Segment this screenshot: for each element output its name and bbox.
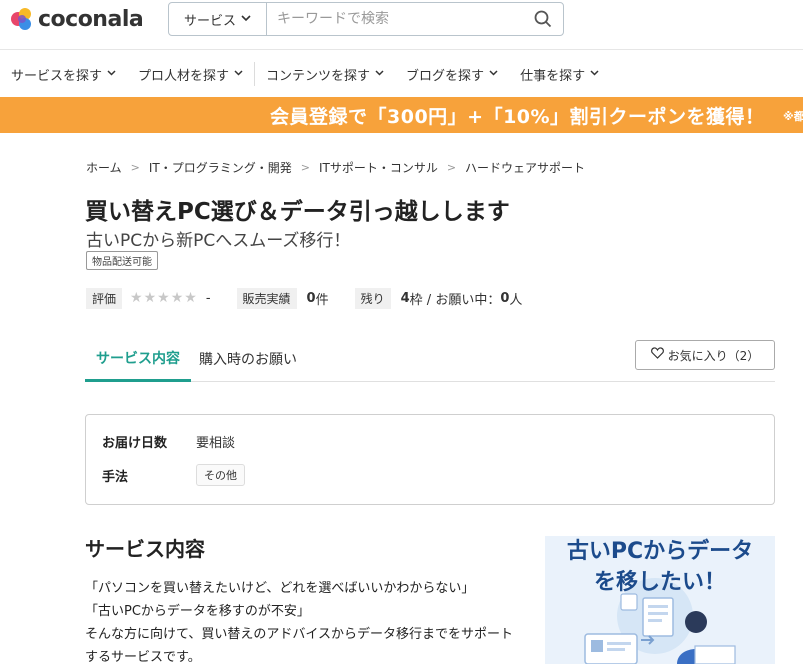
sales-value: 0 <box>306 290 316 306</box>
rating-label: 評価 <box>86 287 123 309</box>
nav-find-pros[interactable]: プロ人材を探す <box>127 61 254 87</box>
search-category-label: サービス <box>183 13 236 29</box>
service-thumbnail[interactable]: 古いPCからデータ を移したい！ <box>545 536 775 664</box>
banner-note: ※都 <box>783 110 803 123</box>
chevron-right-icon: > <box>300 161 310 174</box>
remaining-label: 残り <box>354 287 391 309</box>
coconala-logo-icon <box>10 7 34 31</box>
breadcrumb-home[interactable]: ホーム <box>86 159 122 176</box>
star-icon: ★ <box>130 290 143 306</box>
logo-text: coconala <box>38 6 144 32</box>
service-content-heading: サービス内容 <box>85 537 205 561</box>
chevron-down-icon <box>375 69 384 79</box>
chevron-right-icon: > <box>130 161 140 174</box>
requesting-value: 0 <box>500 290 510 306</box>
nav-find-services[interactable]: サービスを探す <box>0 61 127 87</box>
delivery-days-label: お届け日数 <box>102 436 168 451</box>
method-chip: その他 <box>196 464 245 486</box>
star-icon: ★ <box>170 290 184 306</box>
search-input[interactable] <box>267 3 523 35</box>
description-line: 「パソコンを買い替えたいけど、どれを選べばいいかわからない」 <box>85 581 475 596</box>
method-label: 手法 <box>102 469 129 485</box>
site-header: coconala サービス <box>0 0 803 50</box>
nav-label: プロ人材を探す <box>138 68 230 84</box>
thumbnail-caption-line: 古いPCからデータ <box>566 539 754 564</box>
nav-label: サービスを探す <box>11 68 103 84</box>
search-icon <box>534 10 552 28</box>
tab-purchase-requests[interactable]: 購入時のお願い <box>199 336 297 382</box>
chevron-down-icon <box>489 69 498 79</box>
remaining-unit: 枠 / お願い中： <box>409 292 501 308</box>
star-icon: ★ <box>143 290 157 306</box>
description-line: 「古いPCからデータを移すのが不安」 <box>85 604 310 619</box>
service-tabs: サービス内容 購入時のお願い お気に入り（2） <box>85 336 775 382</box>
chevron-right-icon: > <box>446 161 457 174</box>
nav-find-blogs[interactable]: ブログを探す <box>395 61 509 87</box>
sales-unit: 件 <box>315 292 329 308</box>
star-icon: ★ <box>184 290 197 306</box>
search-bar: サービス <box>168 2 564 36</box>
service-title: 買い替えPC選び＆データ引っ越しします <box>85 199 510 225</box>
search-category-select[interactable]: サービス <box>169 3 267 35</box>
delivery-days-row: お届け日数 要相談 <box>102 432 235 451</box>
rating-stars: ★ ★ ★ ★ ★ <box>130 290 198 306</box>
chevron-down-icon <box>234 69 243 79</box>
remaining-value: 4 <box>400 290 410 306</box>
thumbnail-caption: 古いPCからデータ を移したい！ <box>545 536 775 598</box>
chevron-down-icon <box>241 14 251 25</box>
signup-coupon-banner[interactable]: 会員登録で「300円」+「10%」割引クーポンを獲得！ ※都 <box>0 97 803 133</box>
service-stats: 評価 ★ ★ ★ ★ ★ - 販売実績 0 件 残り 4 枠 / お願い中： 0… <box>86 287 522 309</box>
banner-text: 会員登録で「300円」+「10%」割引クーポンを獲得！ <box>270 106 765 128</box>
shipping-available-badge: 物品配送可能 <box>86 251 158 270</box>
thumbnail-caption-line: を移したい！ <box>593 570 726 595</box>
nav-label: コンテンツを探す <box>266 68 371 84</box>
requesting-unit: 人 <box>509 292 523 308</box>
logo[interactable]: coconala <box>10 6 144 32</box>
chevron-down-icon <box>107 69 116 79</box>
nav-find-jobs[interactable]: 仕事を探す <box>509 61 610 87</box>
category-nav: サービスを探す プロ人材を探す コンテンツを探す ブログを探す 仕事を探す <box>0 51 803 97</box>
delivery-days-value: 要相談 <box>196 436 236 451</box>
tab-service-content[interactable]: サービス内容 <box>85 336 191 382</box>
star-icon: ★ <box>157 290 170 306</box>
heart-icon <box>650 347 664 363</box>
nav-label: ブログを探す <box>406 68 485 84</box>
nav-find-contents[interactable]: コンテンツを探す <box>255 61 395 87</box>
sales-label: 販売実績 <box>236 287 297 309</box>
chevron-down-icon <box>590 69 599 79</box>
breadcrumb-it-programming[interactable]: IT・プログラミング・開発 <box>149 159 292 176</box>
method-row: 手法 その他 <box>102 464 245 486</box>
delivery-info-box: お届け日数 要相談 手法 その他 <box>85 414 775 505</box>
nav-label: 仕事を探す <box>520 68 586 84</box>
breadcrumb-hardware-support[interactable]: ハードウェアサポート <box>465 159 585 176</box>
favorite-label: お気に入り（2） <box>667 348 760 363</box>
description-line: そんな方に向けて、買い替えのアドバイスからデータ移行までをサポートするサービスで… <box>85 627 513 664</box>
rating-value: - <box>205 290 211 306</box>
favorite-button[interactable]: お気に入り（2） <box>635 340 775 370</box>
search-button[interactable] <box>523 3 563 35</box>
service-subtitle: 古いPCから新PCへスムーズ移行！ <box>86 231 351 251</box>
breadcrumb: ホーム > IT・プログラミング・開発 > ITサポート・コンサル > ハードウ… <box>86 159 585 176</box>
breadcrumb-it-support[interactable]: ITサポート・コンサル <box>319 159 438 176</box>
service-description: 「パソコンを買い替えたいけど、どれを選べばいいかわからない」 「古いPCからデー… <box>85 577 525 664</box>
